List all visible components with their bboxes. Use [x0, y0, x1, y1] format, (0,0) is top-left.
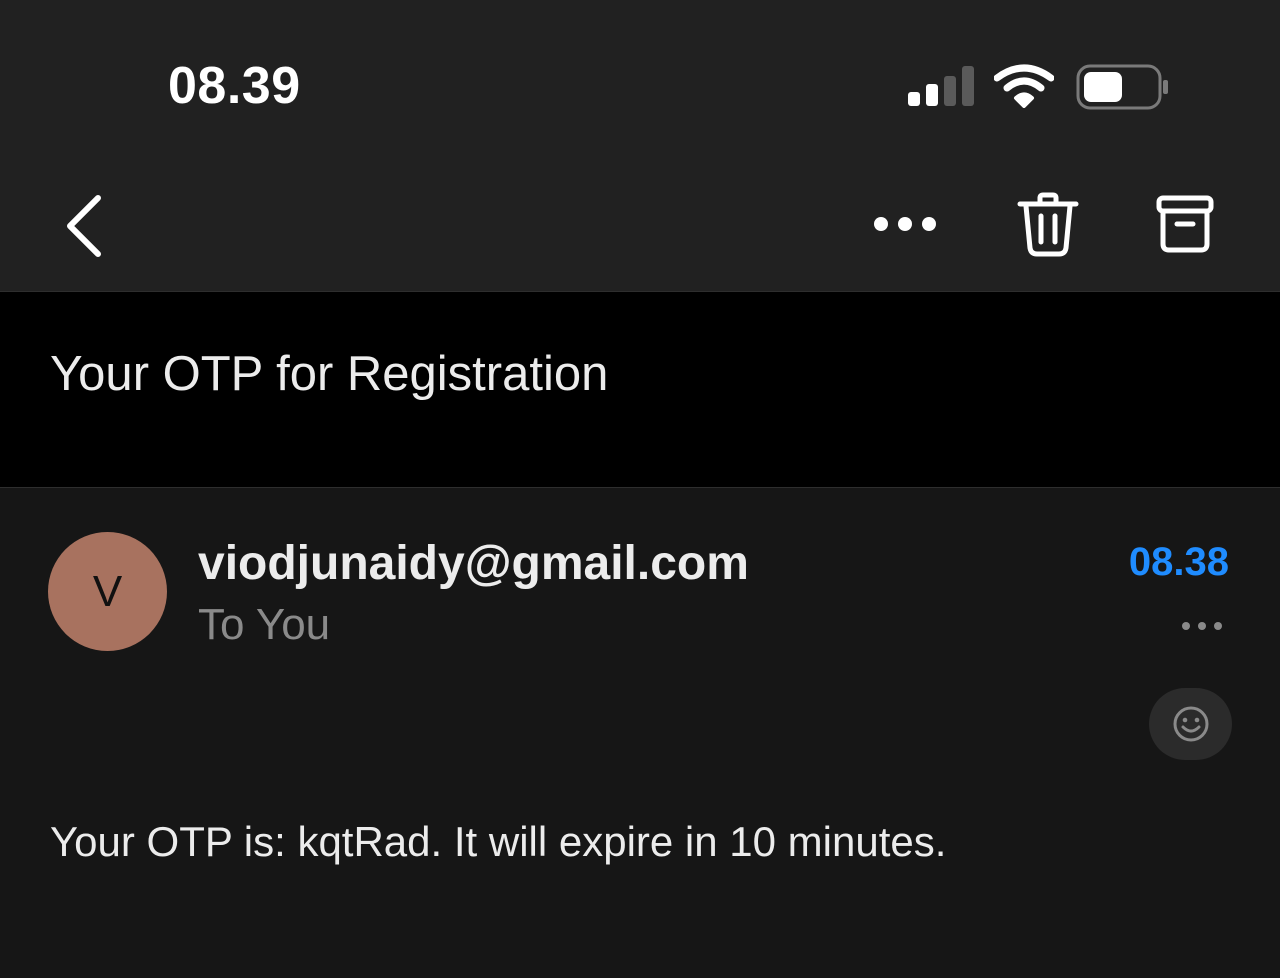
ellipsis-icon — [874, 217, 936, 231]
status-icons — [900, 60, 1180, 116]
ellipsis-icon — [1182, 622, 1222, 630]
chevron-left-icon — [67, 195, 101, 257]
email-subject: Your OTP for Registration — [50, 347, 609, 401]
sent-time: 08.38 — [1128, 540, 1229, 584]
cellular-signal-icon — [908, 66, 974, 106]
delete-button[interactable] — [1016, 192, 1080, 258]
more-options-button[interactable] — [868, 204, 940, 244]
avatar-initial: V — [92, 566, 123, 616]
email-body: Your OTP is: kqtRad. It will expire in 1… — [50, 818, 947, 865]
status-time: 08.39 — [168, 57, 301, 115]
email-view-screen: 08.39 Your OTP for Registration V viodju… — [0, 0, 1280, 978]
smiley-icon — [1173, 706, 1208, 742]
message-more-button[interactable] — [1180, 616, 1224, 636]
avatar[interactable]: V — [48, 532, 167, 651]
recipient-label[interactable]: To You — [198, 600, 330, 650]
add-reaction-button[interactable] — [1149, 688, 1232, 760]
sender-address[interactable]: viodjunaidy@gmail.com — [198, 536, 749, 591]
wifi-icon — [994, 64, 1054, 108]
header-area: 08.39 — [0, 0, 1280, 292]
battery-icon — [1076, 64, 1168, 110]
back-button[interactable] — [56, 190, 116, 262]
archive-icon — [1156, 195, 1214, 253]
trash-icon — [1017, 192, 1079, 257]
archive-button[interactable] — [1156, 194, 1214, 254]
